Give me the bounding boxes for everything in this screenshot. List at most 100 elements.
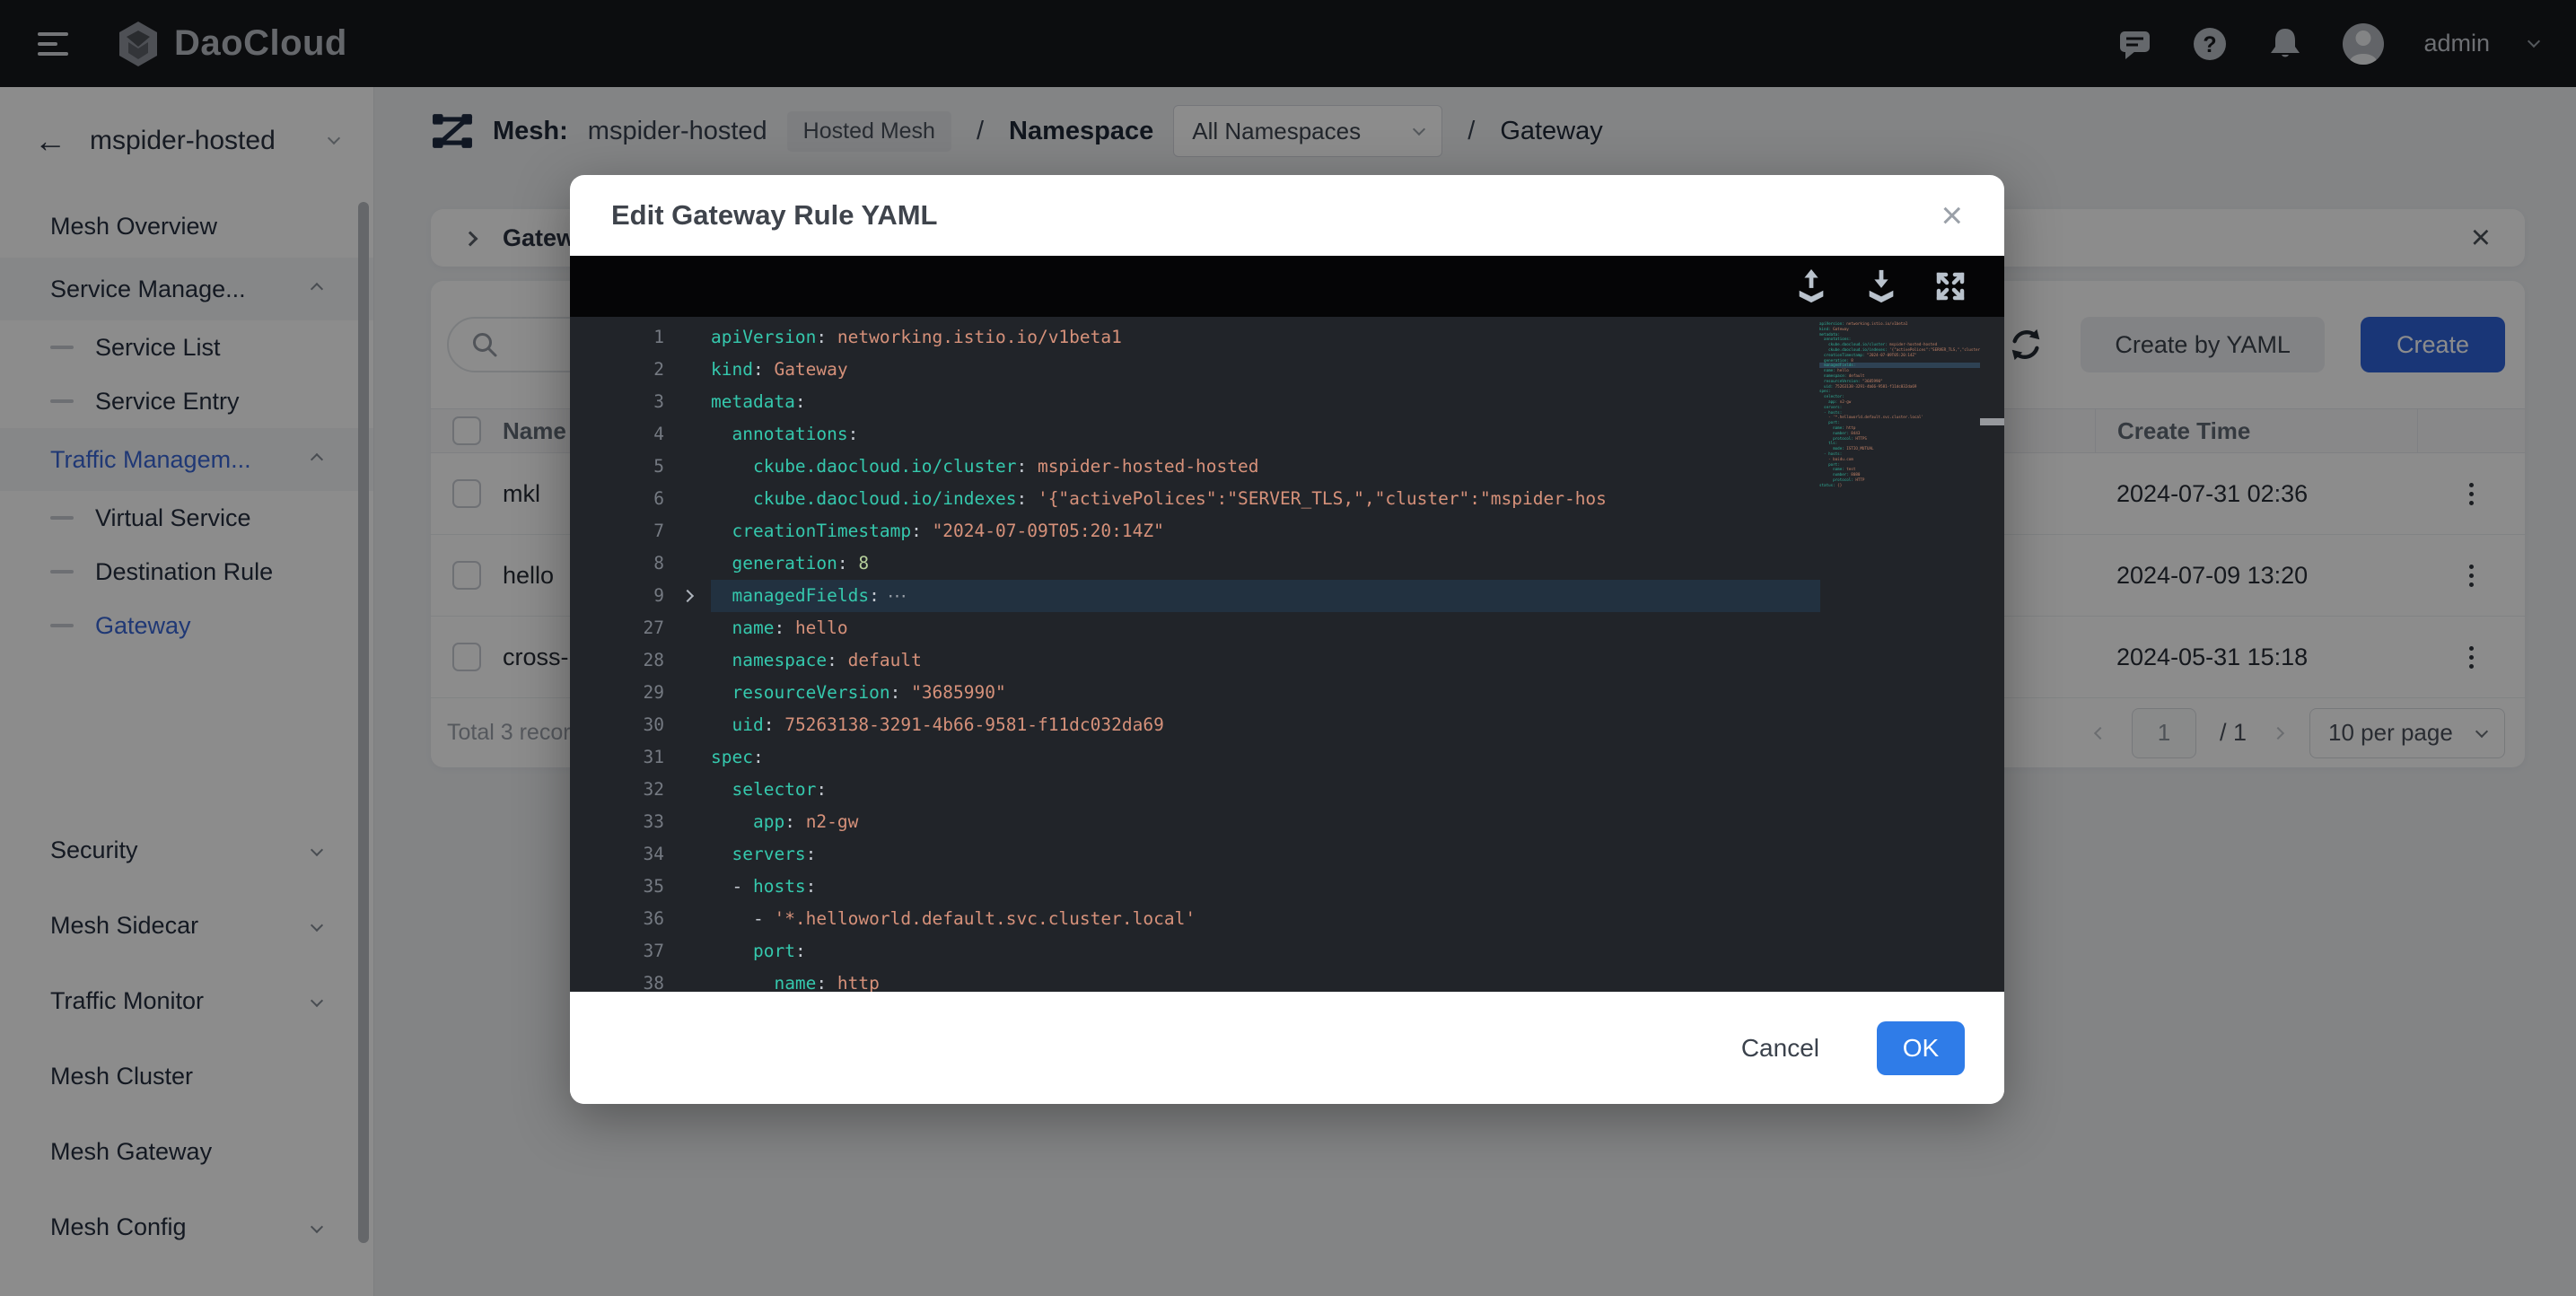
line-number: 33 bbox=[570, 806, 664, 838]
minimap-line: status: {} bbox=[1819, 483, 1980, 488]
fold-gutter bbox=[664, 386, 711, 418]
code-line-31[interactable]: 31 spec: bbox=[570, 741, 2004, 774]
code-line-34[interactable]: 34 servers: bbox=[570, 838, 2004, 871]
fold-gutter bbox=[664, 935, 711, 968]
fold-gutter bbox=[664, 774, 711, 806]
code-text: metadata: bbox=[711, 386, 806, 418]
fullscreen-expand-icon[interactable] bbox=[1934, 270, 1967, 302]
ok-button[interactable]: OK bbox=[1877, 1021, 1965, 1075]
line-number: 38 bbox=[570, 968, 664, 992]
code-text: apiVersion: networking.istio.io/v1beta1 bbox=[711, 321, 1122, 354]
fold-gutter bbox=[664, 871, 711, 903]
code-line-32[interactable]: 32 selector: bbox=[570, 774, 2004, 806]
fold-gutter bbox=[664, 709, 711, 741]
code-text: creationTimestamp: "2024-07-09T05:20:14Z… bbox=[711, 515, 1164, 547]
code-text: spec: bbox=[711, 741, 764, 774]
editor-lines: 1 apiVersion: networking.istio.io/v1beta1… bbox=[570, 321, 2004, 992]
code-line-6[interactable]: 6 ckube.daocloud.io/indexes: '{"activePo… bbox=[570, 483, 2004, 515]
line-number: 37 bbox=[570, 935, 664, 968]
line-number: 9 bbox=[570, 580, 664, 612]
line-number: 35 bbox=[570, 871, 664, 903]
code-line-7[interactable]: 7 creationTimestamp: "2024-07-09T05:20:1… bbox=[570, 515, 2004, 547]
cancel-button[interactable]: Cancel bbox=[1741, 1034, 1819, 1063]
fold-gutter bbox=[664, 612, 711, 644]
yaml-code-editor[interactable]: 1 apiVersion: networking.istio.io/v1beta1… bbox=[570, 317, 2004, 992]
editor-scrollbar[interactable] bbox=[1980, 317, 2004, 992]
code-line-2[interactable]: 2kind: Gateway bbox=[570, 354, 2004, 386]
code-line-1[interactable]: 1 apiVersion: networking.istio.io/v1beta1 bbox=[570, 321, 2004, 354]
editor-toolbar bbox=[570, 256, 2004, 317]
code-line-36[interactable]: 36 - '*.helloworld.default.svc.cluster.l… bbox=[570, 903, 2004, 935]
code-text: app: n2-gw bbox=[711, 806, 858, 838]
code-text: ckube.daocloud.io/indexes: '{"activePoli… bbox=[711, 483, 1607, 515]
fold-gutter bbox=[664, 741, 711, 774]
fold-gutter bbox=[664, 806, 711, 838]
fold-chevron-right-icon[interactable] bbox=[664, 580, 711, 612]
code-text: kind: Gateway bbox=[711, 354, 848, 386]
line-number: 36 bbox=[570, 903, 664, 935]
modal-header: Edit Gateway Rule YAML × bbox=[570, 175, 2004, 256]
line-number: 27 bbox=[570, 612, 664, 644]
code-text: resourceVersion: "3685990" bbox=[711, 677, 1006, 709]
code-text: annotations: bbox=[711, 418, 858, 451]
app-root: DaoCloud ? admin ← mspider-hosted Mesh O… bbox=[0, 0, 2576, 1296]
editor-scrollbar-thumb[interactable] bbox=[1980, 418, 2004, 425]
fold-gutter bbox=[664, 644, 711, 677]
code-text: selector: bbox=[711, 774, 827, 806]
code-line-8[interactable]: 8 generation: 8 bbox=[570, 547, 2004, 580]
line-number: 7 bbox=[570, 515, 664, 547]
fold-gutter bbox=[664, 677, 711, 709]
modal-footer: Cancel OK bbox=[570, 992, 2004, 1104]
fold-gutter bbox=[664, 838, 711, 871]
code-line-28[interactable]: 28 namespace: default bbox=[570, 644, 2004, 677]
fold-gutter bbox=[664, 321, 711, 354]
code-line-37[interactable]: 37 port: bbox=[570, 935, 2004, 968]
fold-gutter bbox=[664, 483, 711, 515]
line-number: 31 bbox=[570, 741, 664, 774]
editor-minimap[interactable]: apiVersion: networking.istio.io/v1beta1k… bbox=[1819, 321, 1980, 992]
code-line-33[interactable]: 33 app: n2-gw bbox=[570, 806, 2004, 838]
line-number: 8 bbox=[570, 547, 664, 580]
code-text: - '*.helloworld.default.svc.cluster.loca… bbox=[711, 903, 1196, 935]
line-number: 34 bbox=[570, 838, 664, 871]
download-yaml-icon[interactable] bbox=[1864, 268, 1898, 304]
line-number: 4 bbox=[570, 418, 664, 451]
code-line-38[interactable]: 38 name: http bbox=[570, 968, 2004, 992]
code-text: name: http bbox=[711, 968, 880, 992]
line-number: 30 bbox=[570, 709, 664, 741]
line-number: 32 bbox=[570, 774, 664, 806]
code-text: managedFields: ··· bbox=[711, 580, 906, 612]
modal-title: Edit Gateway Rule YAML bbox=[611, 199, 938, 232]
code-text: - hosts: bbox=[711, 871, 816, 903]
code-line-29[interactable]: 29 resourceVersion: "3685990" bbox=[570, 677, 2004, 709]
edit-yaml-modal: Edit Gateway Rule YAML × 1 apiVersion: ne… bbox=[570, 175, 2004, 1104]
code-line-5[interactable]: 5 ckube.daocloud.io/cluster: mspider-hos… bbox=[570, 451, 2004, 483]
line-number: 6 bbox=[570, 483, 664, 515]
code-text: generation: 8 bbox=[711, 547, 869, 580]
fold-gutter bbox=[664, 451, 711, 483]
fold-gutter bbox=[664, 903, 711, 935]
code-text: uid: 75263138-3291-4b66-9581-f11dc032da6… bbox=[711, 709, 1164, 741]
fold-gutter bbox=[664, 547, 711, 580]
code-text: namespace: default bbox=[711, 644, 922, 677]
fold-gutter bbox=[664, 354, 711, 386]
fold-gutter bbox=[664, 515, 711, 547]
line-number: 3 bbox=[570, 386, 664, 418]
code-line-4[interactable]: 4 annotations: bbox=[570, 418, 2004, 451]
code-text: port: bbox=[711, 935, 806, 968]
line-number: 28 bbox=[570, 644, 664, 677]
code-text: name: hello bbox=[711, 612, 848, 644]
code-line-9[interactable]: 9 managedFields: ··· bbox=[570, 580, 2004, 612]
line-number: 5 bbox=[570, 451, 664, 483]
line-number: 1 bbox=[570, 321, 664, 354]
code-text: servers: bbox=[711, 838, 816, 871]
code-line-3[interactable]: 3 metadata: bbox=[570, 386, 2004, 418]
upload-yaml-icon[interactable] bbox=[1794, 268, 1828, 304]
code-text: ckube.daocloud.io/cluster: mspider-hoste… bbox=[711, 451, 1259, 483]
code-line-35[interactable]: 35 - hosts: bbox=[570, 871, 2004, 903]
fold-gutter bbox=[664, 968, 711, 992]
line-number: 29 bbox=[570, 677, 664, 709]
modal-close-icon[interactable]: × bbox=[1941, 197, 1963, 234]
code-line-27[interactable]: 27 name: hello bbox=[570, 612, 2004, 644]
code-line-30[interactable]: 30 uid: 75263138-3291-4b66-9581-f11dc032… bbox=[570, 709, 2004, 741]
